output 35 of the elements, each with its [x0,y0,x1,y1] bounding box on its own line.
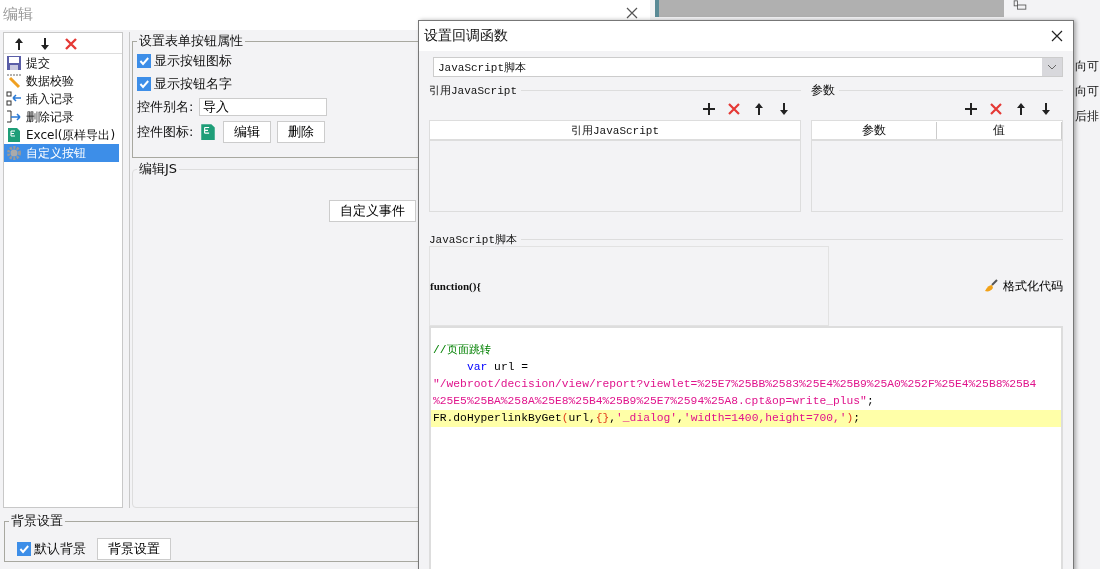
column-header: 引用JavaScript [571,123,659,138]
list-item[interactable]: 插入记录 [4,90,119,108]
checkbox-label: 显示按钮名字 [154,75,232,93]
group-title: 背景设置 [10,512,64,530]
section-title: JavaScript脚本 [429,232,517,247]
code-line: //页面跳转 [432,343,492,358]
list-item[interactable]: 删除记录 [4,108,119,126]
checkbox-label: 显示按钮图标 [154,52,232,70]
group-title: 设置表单按钮属性 [138,32,244,50]
field-label: 控件别名: [137,98,194,116]
alias-input-field[interactable]: 导入 [199,98,328,116]
icon-action-button[interactable]: 删除 [277,121,326,143]
column-header: 值 [937,121,1062,139]
menu-text: 后排 [1075,108,1099,125]
custom-event-button[interactable]: 自定义事件 [329,200,416,222]
function-signature: function(){ [430,280,481,292]
list-item[interactable]: 提交 [4,54,119,72]
field-label: 控件图标: [137,123,194,141]
list-item[interactable]: 数据校验 [4,72,119,90]
list-item[interactable]: Excel(原样导出) [4,126,119,144]
dialog-title: 设置回调函数 [424,27,508,45]
menu-text: 向可 [1075,83,1099,100]
icon-action-button[interactable]: 编辑 [223,121,272,143]
menu-text: 向可 [1075,58,1099,75]
section-title: 参数 [811,81,835,99]
column-header: 参数 [812,121,937,139]
format-code-button[interactable]: 格式化代码 [983,277,1063,295]
group-title: 编辑JS [138,160,179,178]
checkbox-label: 默认背景 [34,540,86,558]
code-line: "/webroot/decision/view/report?viewlet=%25E7%25BB%2583%25E4%25B9%25A0%252F%25E4%25B8%25B4 [432,377,1038,392]
script-type-dropdown[interactable]: JavaScript脚本 [433,57,1063,77]
code-line: var url = [466,360,530,375]
section-title: 引用JavaScript [429,83,517,98]
background-settings-button[interactable]: 背景设置 [97,538,171,560]
code-line: %25E5%25BA%258A%25E8%25B4%25B9%25E7%2594%25A8.cpt&op=write_plus"; [432,394,875,409]
